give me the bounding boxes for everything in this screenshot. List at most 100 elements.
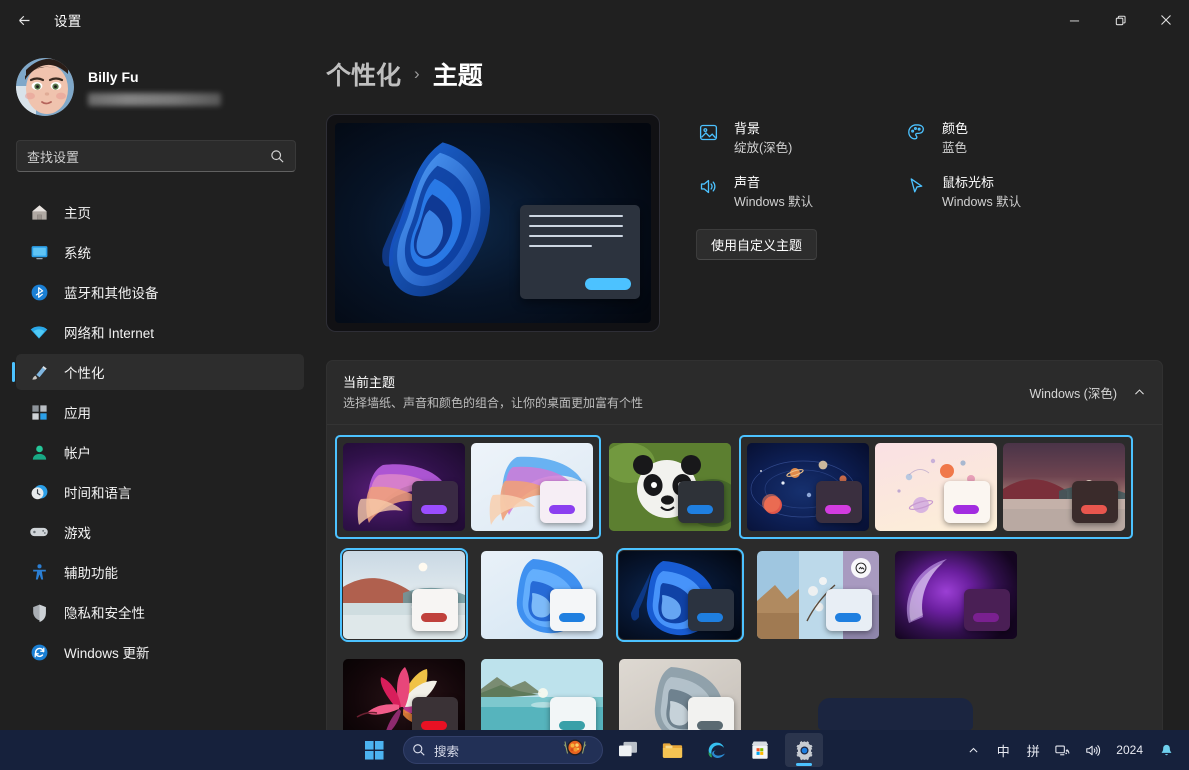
gaming-icon bbox=[28, 521, 50, 543]
network-button[interactable] bbox=[1050, 735, 1076, 765]
theme-group[interactable] bbox=[887, 543, 1025, 647]
sidebar-item-accounts[interactable]: 帐户 bbox=[16, 434, 304, 470]
sidebar-item-privacy[interactable]: 隐私和安全性 bbox=[16, 594, 304, 630]
restore-icon bbox=[1114, 14, 1127, 27]
theme-thumb-slideshow[interactable] bbox=[757, 551, 879, 639]
theme-group[interactable] bbox=[473, 651, 611, 730]
sidebar-item-apps[interactable]: 应用 bbox=[16, 394, 304, 430]
sidebar-item-home[interactable]: 主页 bbox=[16, 194, 304, 230]
theme-group[interactable] bbox=[611, 543, 749, 647]
settings-button[interactable] bbox=[785, 733, 823, 767]
use-custom-theme-button[interactable]: 使用自定义主题 bbox=[696, 229, 817, 260]
window-controls bbox=[1051, 0, 1189, 40]
start-button[interactable] bbox=[355, 733, 393, 767]
theme-group[interactable] bbox=[611, 651, 749, 730]
sidebar-item-label: 主页 bbox=[64, 202, 91, 222]
preview-mock-window bbox=[520, 205, 640, 299]
quick-link-texts: 鼠标光标 Windows 默认 bbox=[942, 174, 1021, 210]
ime-pinyin-button[interactable]: 拼 bbox=[1020, 735, 1046, 765]
breadcrumb-parent[interactable]: 个性化 bbox=[326, 56, 401, 92]
mock-line bbox=[529, 235, 623, 237]
theme-group[interactable] bbox=[473, 543, 611, 647]
avatar bbox=[16, 58, 74, 116]
taskbar-search-box[interactable]: 搜索 bbox=[403, 736, 603, 764]
sidebar-item-gaming[interactable]: 游戏 bbox=[16, 514, 304, 550]
sidebar-search[interactable]: 查找设置 bbox=[16, 140, 304, 172]
sidebar-item-time-language[interactable]: 时间和语言 bbox=[16, 474, 304, 510]
ime-mode-button[interactable]: 中 bbox=[990, 735, 1016, 765]
sidebar-item-accessibility[interactable]: 辅助功能 bbox=[16, 554, 304, 590]
thumb-mock-window bbox=[412, 481, 458, 523]
thumb-accent bbox=[421, 721, 447, 730]
network-icon bbox=[1055, 743, 1071, 758]
sidebar-item-personalization[interactable]: 个性化 bbox=[16, 354, 304, 390]
windows-update-icon bbox=[28, 641, 50, 663]
thumb-mock-window bbox=[412, 589, 458, 631]
sidebar-item-label: Windows 更新 bbox=[64, 642, 150, 662]
search-icon bbox=[270, 149, 285, 164]
theme-group[interactable] bbox=[601, 435, 739, 539]
cursor-icon bbox=[904, 174, 928, 198]
breadcrumb: 个性化 › 主题 bbox=[326, 56, 1189, 92]
account-icon bbox=[28, 441, 50, 463]
minimize-button[interactable] bbox=[1051, 0, 1097, 40]
quick-link-cursor[interactable]: 鼠标光标 Windows 默认 bbox=[904, 174, 1112, 210]
tray-expand-button[interactable] bbox=[960, 735, 986, 765]
theme-thumb-bloom-grey[interactable] bbox=[619, 659, 741, 730]
theme-thumb-flower-dark[interactable] bbox=[343, 659, 465, 730]
back-button[interactable] bbox=[6, 4, 42, 36]
sidebar-item-label: 蓝牙和其他设备 bbox=[64, 282, 159, 302]
file-explorer-button[interactable] bbox=[653, 733, 691, 767]
theme-group-selected[interactable] bbox=[335, 435, 601, 539]
sidebar-item-bluetooth[interactable]: 蓝牙和其他设备 bbox=[16, 274, 304, 310]
quick-link-color[interactable]: 颜色 蓝色 bbox=[904, 120, 1112, 156]
thumb-accent bbox=[559, 721, 585, 730]
slideshow-icon bbox=[851, 558, 871, 578]
clock[interactable]: 2024 bbox=[1110, 743, 1149, 757]
quick-link-sound[interactable]: 声音 Windows 默认 bbox=[696, 174, 904, 210]
privacy-shield-icon bbox=[28, 601, 50, 623]
task-view-button[interactable] bbox=[609, 733, 647, 767]
profile-name: Billy Fu bbox=[88, 68, 221, 86]
edge-browser-icon bbox=[706, 740, 727, 761]
theme-thumb-sunset-dark[interactable] bbox=[1003, 443, 1125, 531]
thumb-mock-window bbox=[678, 481, 724, 523]
close-button[interactable] bbox=[1143, 0, 1189, 40]
quick-link-background[interactable]: 背景 绽放(深色) bbox=[696, 120, 904, 156]
maximize-button[interactable] bbox=[1097, 0, 1143, 40]
chevron-up-icon[interactable] bbox=[1133, 386, 1146, 399]
sidebar-item-system[interactable]: 系统 bbox=[16, 234, 304, 270]
theme-thumb-bloom-purple-dark[interactable] bbox=[343, 443, 465, 531]
theme-thumb-cosmos-dark[interactable] bbox=[747, 443, 869, 531]
user-profile[interactable]: Billy Fu bbox=[16, 56, 320, 118]
volume-button[interactable] bbox=[1080, 735, 1106, 765]
thumb-mock-window bbox=[944, 481, 990, 523]
theme-thumb-glow-purple[interactable] bbox=[895, 551, 1017, 639]
theme-thumb-bloom-purple-light[interactable] bbox=[471, 443, 593, 531]
sidebar-item-windows-update[interactable]: Windows 更新 bbox=[16, 634, 304, 670]
file-explorer-icon bbox=[662, 741, 683, 760]
profile-text: Billy Fu bbox=[88, 68, 221, 106]
theme-group[interactable] bbox=[335, 651, 473, 730]
taskbar-center: 搜索 bbox=[355, 733, 823, 767]
notifications-button[interactable] bbox=[1153, 735, 1179, 765]
theme-thumb-lake[interactable] bbox=[481, 659, 603, 730]
theme-group-selected[interactable] bbox=[739, 435, 1133, 539]
mock-accent-button bbox=[585, 278, 631, 290]
edge-browser-button[interactable] bbox=[697, 733, 735, 767]
sidebar-item-network[interactable]: 网络和 Internet bbox=[16, 314, 304, 350]
current-theme-header[interactable]: 当前主题 选择墙纸、声音和颜色的组合，让你的桌面更加富有个性 Windows (… bbox=[327, 361, 1162, 425]
theme-thumb-cosmos-light[interactable] bbox=[875, 443, 997, 531]
theme-thumb-bloom-blue-light[interactable] bbox=[481, 551, 603, 639]
content-area: 个性化 › 主题 bbox=[320, 40, 1189, 730]
search-input[interactable]: 查找设置 bbox=[16, 140, 296, 172]
theme-group[interactable] bbox=[335, 543, 473, 647]
quick-link-sub: Windows 默认 bbox=[942, 194, 1021, 211]
current-theme-card: 当前主题 选择墙纸、声音和颜色的组合，让你的桌面更加富有个性 Windows (… bbox=[326, 360, 1163, 730]
theme-thumb-panda[interactable] bbox=[609, 443, 731, 531]
theme-thumb-sunset-light[interactable] bbox=[343, 551, 465, 639]
theme-group[interactable] bbox=[749, 543, 887, 647]
microsoft-store-button[interactable] bbox=[741, 733, 779, 767]
task-view-icon bbox=[618, 741, 638, 759]
theme-thumb-bloom-blue-dark[interactable] bbox=[619, 551, 741, 639]
